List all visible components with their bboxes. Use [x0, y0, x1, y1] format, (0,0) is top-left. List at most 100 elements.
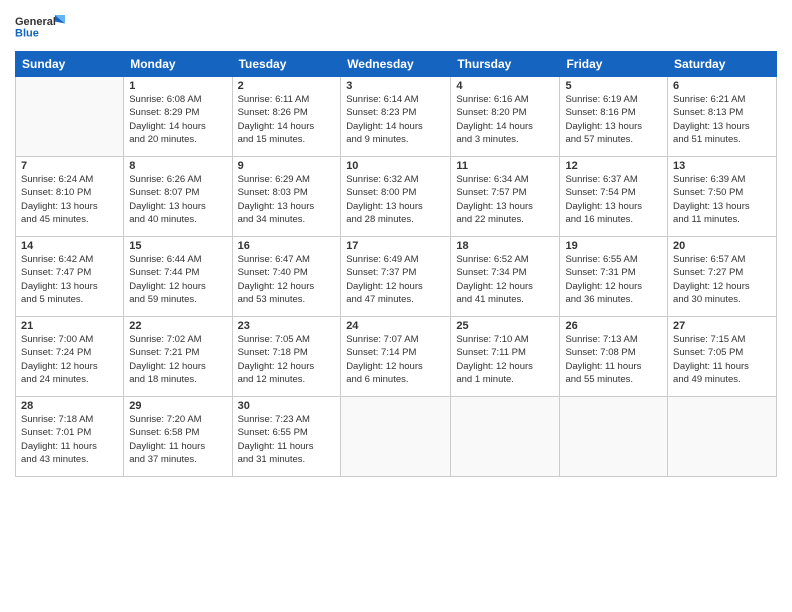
day-number: 15 — [129, 240, 226, 252]
day-number: 9 — [238, 160, 336, 172]
day-number: 29 — [129, 400, 226, 412]
day-info: Sunrise: 6:32 AMSunset: 8:00 PMDaylight:… — [346, 173, 445, 226]
day-info: Sunrise: 6:55 AMSunset: 7:31 PMDaylight:… — [565, 253, 662, 306]
day-number: 22 — [129, 320, 226, 332]
day-number: 26 — [565, 320, 662, 332]
week-row-1: 7Sunrise: 6:24 AMSunset: 8:10 PMDaylight… — [16, 157, 777, 237]
day-number: 28 — [21, 400, 118, 412]
weekday-header-tuesday: Tuesday — [232, 52, 341, 77]
day-info: Sunrise: 7:15 AMSunset: 7:05 PMDaylight:… — [673, 333, 771, 386]
week-row-2: 14Sunrise: 6:42 AMSunset: 7:47 PMDayligh… — [16, 237, 777, 317]
weekday-header-thursday: Thursday — [451, 52, 560, 77]
day-number: 7 — [21, 160, 118, 172]
day-number: 8 — [129, 160, 226, 172]
day-number: 21 — [21, 320, 118, 332]
day-number: 1 — [129, 80, 226, 92]
calendar-cell: 15Sunrise: 6:44 AMSunset: 7:44 PMDayligh… — [124, 237, 232, 317]
calendar-cell: 14Sunrise: 6:42 AMSunset: 7:47 PMDayligh… — [16, 237, 124, 317]
day-number: 20 — [673, 240, 771, 252]
weekday-header-saturday: Saturday — [668, 52, 777, 77]
calendar-cell: 5Sunrise: 6:19 AMSunset: 8:16 PMDaylight… — [560, 77, 668, 157]
calendar-cell: 27Sunrise: 7:15 AMSunset: 7:05 PMDayligh… — [668, 317, 777, 397]
day-number: 6 — [673, 80, 771, 92]
calendar-cell: 24Sunrise: 7:07 AMSunset: 7:14 PMDayligh… — [341, 317, 451, 397]
calendar-cell: 17Sunrise: 6:49 AMSunset: 7:37 PMDayligh… — [341, 237, 451, 317]
logo: GeneralBlue — [15, 10, 65, 45]
calendar-cell: 2Sunrise: 6:11 AMSunset: 8:26 PMDaylight… — [232, 77, 341, 157]
calendar-cell: 18Sunrise: 6:52 AMSunset: 7:34 PMDayligh… — [451, 237, 560, 317]
calendar-cell: 28Sunrise: 7:18 AMSunset: 7:01 PMDayligh… — [16, 397, 124, 477]
day-info: Sunrise: 6:52 AMSunset: 7:34 PMDaylight:… — [456, 253, 554, 306]
day-number: 19 — [565, 240, 662, 252]
day-info: Sunrise: 7:00 AMSunset: 7:24 PMDaylight:… — [21, 333, 118, 386]
day-number: 16 — [238, 240, 336, 252]
day-number: 4 — [456, 80, 554, 92]
weekday-header-friday: Friday — [560, 52, 668, 77]
day-info: Sunrise: 7:05 AMSunset: 7:18 PMDaylight:… — [238, 333, 336, 386]
svg-text:Blue: Blue — [15, 28, 39, 40]
calendar-cell — [16, 77, 124, 157]
day-number: 13 — [673, 160, 771, 172]
svg-text:General: General — [15, 16, 56, 28]
calendar-cell: 19Sunrise: 6:55 AMSunset: 7:31 PMDayligh… — [560, 237, 668, 317]
calendar-cell: 30Sunrise: 7:23 AMSunset: 6:55 PMDayligh… — [232, 397, 341, 477]
day-info: Sunrise: 6:21 AMSunset: 8:13 PMDaylight:… — [673, 93, 771, 146]
day-number: 27 — [673, 320, 771, 332]
day-info: Sunrise: 7:07 AMSunset: 7:14 PMDaylight:… — [346, 333, 445, 386]
calendar-cell: 1Sunrise: 6:08 AMSunset: 8:29 PMDaylight… — [124, 77, 232, 157]
day-info: Sunrise: 6:44 AMSunset: 7:44 PMDaylight:… — [129, 253, 226, 306]
day-info: Sunrise: 6:34 AMSunset: 7:57 PMDaylight:… — [456, 173, 554, 226]
calendar-cell — [560, 397, 668, 477]
day-number: 25 — [456, 320, 554, 332]
day-number: 12 — [565, 160, 662, 172]
day-info: Sunrise: 7:02 AMSunset: 7:21 PMDaylight:… — [129, 333, 226, 386]
day-info: Sunrise: 6:19 AMSunset: 8:16 PMDaylight:… — [565, 93, 662, 146]
calendar-cell: 29Sunrise: 7:20 AMSunset: 6:58 PMDayligh… — [124, 397, 232, 477]
day-number: 24 — [346, 320, 445, 332]
day-info: Sunrise: 6:37 AMSunset: 7:54 PMDaylight:… — [565, 173, 662, 226]
week-row-3: 21Sunrise: 7:00 AMSunset: 7:24 PMDayligh… — [16, 317, 777, 397]
calendar-cell: 12Sunrise: 6:37 AMSunset: 7:54 PMDayligh… — [560, 157, 668, 237]
calendar-cell: 8Sunrise: 6:26 AMSunset: 8:07 PMDaylight… — [124, 157, 232, 237]
day-number: 18 — [456, 240, 554, 252]
calendar-cell: 6Sunrise: 6:21 AMSunset: 8:13 PMDaylight… — [668, 77, 777, 157]
day-info: Sunrise: 6:39 AMSunset: 7:50 PMDaylight:… — [673, 173, 771, 226]
day-info: Sunrise: 6:16 AMSunset: 8:20 PMDaylight:… — [456, 93, 554, 146]
week-row-4: 28Sunrise: 7:18 AMSunset: 7:01 PMDayligh… — [16, 397, 777, 477]
day-number: 23 — [238, 320, 336, 332]
day-info: Sunrise: 7:23 AMSunset: 6:55 PMDaylight:… — [238, 413, 336, 466]
day-info: Sunrise: 6:14 AMSunset: 8:23 PMDaylight:… — [346, 93, 445, 146]
page: GeneralBlue SundayMondayTuesdayWednesday… — [0, 0, 792, 487]
day-info: Sunrise: 6:26 AMSunset: 8:07 PMDaylight:… — [129, 173, 226, 226]
day-number: 5 — [565, 80, 662, 92]
day-info: Sunrise: 7:10 AMSunset: 7:11 PMDaylight:… — [456, 333, 554, 386]
calendar-table: SundayMondayTuesdayWednesdayThursdayFrid… — [15, 51, 777, 477]
day-info: Sunrise: 7:13 AMSunset: 7:08 PMDaylight:… — [565, 333, 662, 386]
calendar-cell: 21Sunrise: 7:00 AMSunset: 7:24 PMDayligh… — [16, 317, 124, 397]
calendar-cell: 13Sunrise: 6:39 AMSunset: 7:50 PMDayligh… — [668, 157, 777, 237]
calendar-cell — [668, 397, 777, 477]
calendar-cell: 4Sunrise: 6:16 AMSunset: 8:20 PMDaylight… — [451, 77, 560, 157]
day-number: 17 — [346, 240, 445, 252]
day-info: Sunrise: 7:20 AMSunset: 6:58 PMDaylight:… — [129, 413, 226, 466]
day-info: Sunrise: 6:42 AMSunset: 7:47 PMDaylight:… — [21, 253, 118, 306]
calendar-cell: 22Sunrise: 7:02 AMSunset: 7:21 PMDayligh… — [124, 317, 232, 397]
calendar-cell — [341, 397, 451, 477]
day-number: 14 — [21, 240, 118, 252]
calendar-cell: 20Sunrise: 6:57 AMSunset: 7:27 PMDayligh… — [668, 237, 777, 317]
weekday-header-sunday: Sunday — [16, 52, 124, 77]
day-number: 10 — [346, 160, 445, 172]
weekday-header-monday: Monday — [124, 52, 232, 77]
day-number: 2 — [238, 80, 336, 92]
day-info: Sunrise: 6:29 AMSunset: 8:03 PMDaylight:… — [238, 173, 336, 226]
calendar-cell: 25Sunrise: 7:10 AMSunset: 7:11 PMDayligh… — [451, 317, 560, 397]
week-row-0: 1Sunrise: 6:08 AMSunset: 8:29 PMDaylight… — [16, 77, 777, 157]
generalblue-logo-icon: GeneralBlue — [15, 10, 65, 45]
day-number: 3 — [346, 80, 445, 92]
calendar-cell: 26Sunrise: 7:13 AMSunset: 7:08 PMDayligh… — [560, 317, 668, 397]
calendar-cell: 3Sunrise: 6:14 AMSunset: 8:23 PMDaylight… — [341, 77, 451, 157]
day-info: Sunrise: 7:18 AMSunset: 7:01 PMDaylight:… — [21, 413, 118, 466]
day-number: 30 — [238, 400, 336, 412]
calendar-cell: 11Sunrise: 6:34 AMSunset: 7:57 PMDayligh… — [451, 157, 560, 237]
calendar-cell: 9Sunrise: 6:29 AMSunset: 8:03 PMDaylight… — [232, 157, 341, 237]
